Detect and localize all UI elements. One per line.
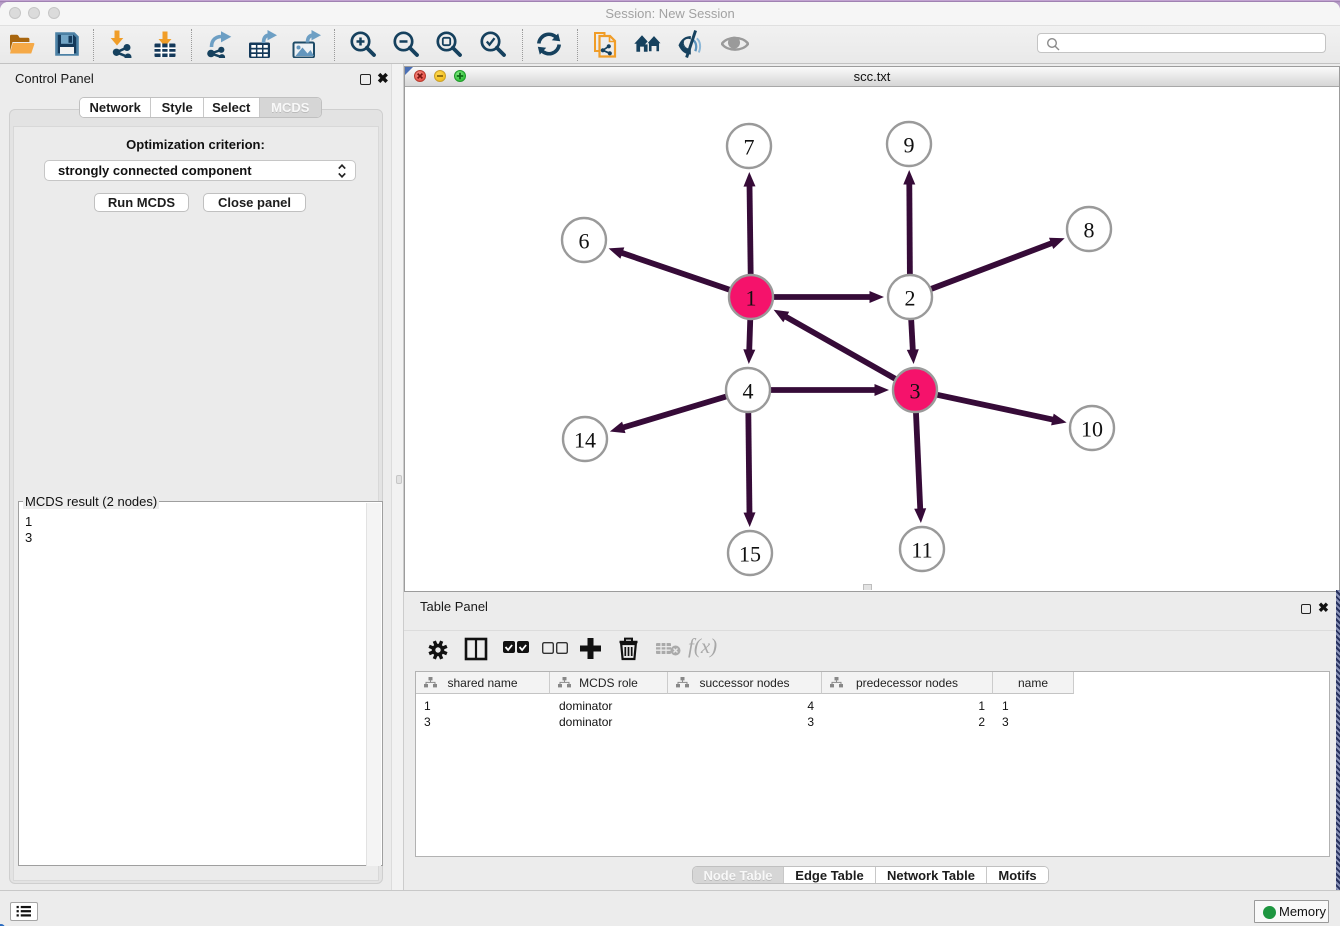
svg-text:4: 4 bbox=[743, 379, 754, 404]
svg-text:15: 15 bbox=[739, 542, 761, 567]
svg-text:1: 1 bbox=[746, 286, 757, 311]
svg-text:9: 9 bbox=[904, 133, 915, 158]
svg-text:3: 3 bbox=[910, 379, 921, 404]
svg-text:14: 14 bbox=[574, 428, 596, 453]
svg-text:6: 6 bbox=[579, 229, 590, 254]
svg-text:7: 7 bbox=[744, 135, 755, 160]
svg-text:8: 8 bbox=[1084, 218, 1095, 243]
svg-text:11: 11 bbox=[911, 538, 932, 563]
svg-text:2: 2 bbox=[905, 286, 916, 311]
svg-text:10: 10 bbox=[1081, 417, 1103, 442]
